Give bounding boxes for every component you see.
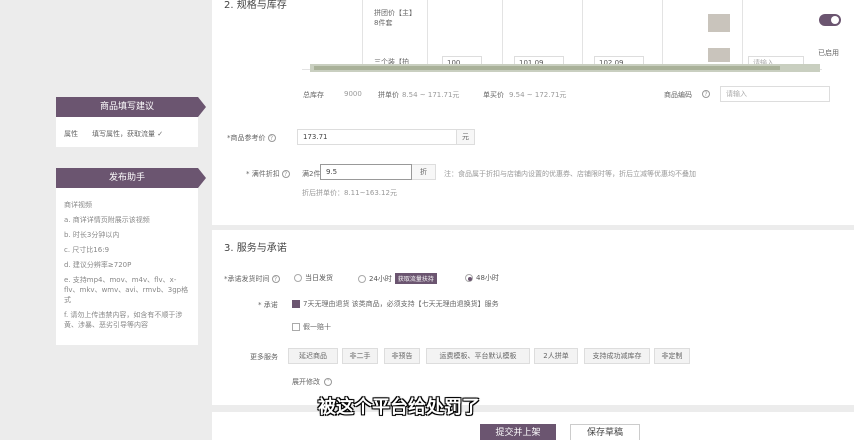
full-discount-input[interactable]: 9.5 <box>320 164 412 180</box>
assist-line: 商详视频 <box>64 201 92 209</box>
service-tag[interactable]: 运费模板、平台默认模板 <box>426 348 530 364</box>
help-icon[interactable]: ? <box>271 275 280 283</box>
sku-status-label: 已启用 <box>818 49 839 57</box>
service-tag[interactable]: 2人拼单 <box>534 348 578 364</box>
sku-row1-name: 拼团价【主】 8件套 <box>374 9 416 27</box>
service-tag[interactable]: 非定制 <box>654 348 690 364</box>
sku-enable-toggle[interactable] <box>819 14 841 26</box>
ship-option-24h[interactable]: 24小时 获取流量扶持 <box>358 273 437 284</box>
service-tag[interactable]: 延迟商品 <box>288 348 338 364</box>
assist-line: e. 支持mp4、mov、m4v、flv、x-flv、mkv、wmv、avi、r… <box>64 276 189 304</box>
assist-line: f. 请勿上传违禁内容，如含有不顺于涉黄、涉暴、恶劣引导等内容 <box>64 311 183 329</box>
product-code-label: 商品编码 <box>664 91 692 99</box>
promise-7day-return[interactable]: 7天无理由退货 该类商品，必须支持【七天无理由退换货】服务 <box>292 299 499 309</box>
discounted-price: 折后拼单价：8.11~163.12元 <box>302 189 397 197</box>
product-code-input[interactable]: 请输入 <box>720 86 830 102</box>
sku-table-scrollbar[interactable] <box>310 64 820 72</box>
total-stock-value: 9000 <box>344 90 362 98</box>
service-tag[interactable]: 支持成功减库存 <box>584 348 650 364</box>
checkbox-icon <box>292 323 300 331</box>
ship-option-same-day[interactable]: 当日发货 <box>294 273 333 283</box>
sku-row1-image[interactable] <box>708 14 730 32</box>
expand-edit-link[interactable]: 展开修改 ˅ <box>292 377 333 387</box>
sku-row2-image[interactable] <box>708 48 730 62</box>
full-discount-label: * 满件折扣? <box>246 169 290 179</box>
group-price-range: 8.54 ~ 171.71元 <box>402 91 460 99</box>
group-price-label: 拼单价 <box>378 91 399 99</box>
service-tag[interactable]: 非预告 <box>384 348 420 364</box>
ref-price-input[interactable]: 173.71 <box>297 129 457 145</box>
radio-selected-icon <box>465 274 473 282</box>
ship-option-48h[interactable]: 48小时 <box>465 273 499 283</box>
ref-price-unit: 元 <box>457 129 475 145</box>
save-draft-button[interactable]: 保存草稿 <box>570 424 640 440</box>
tip-attr-label: 属性 <box>64 130 78 138</box>
promise-label: * 承诺 <box>258 301 278 309</box>
sku-table: 拼团价【主】 8件套 三个装【拍 100 101.09 102.09 请输入 <box>302 0 822 70</box>
help-icon[interactable]: ? <box>702 90 710 98</box>
single-price-range: 9.54 ~ 172.71元 <box>509 91 567 99</box>
promise-fake-compensation[interactable]: 假一赔十 <box>292 322 331 332</box>
radio-icon <box>294 274 302 282</box>
help-icon[interactable]: ? <box>267 134 276 142</box>
specs-stock-card: 2. 规格与库存 拼团价【主】 8件套 三个装【拍 100 101.09 102… <box>212 0 854 225</box>
assist-line: c. 尺寸比16:9 <box>64 246 110 254</box>
checkbox-checked-icon <box>292 300 300 308</box>
radio-icon <box>358 274 366 283</box>
scrollbar-thumb[interactable] <box>314 66 780 70</box>
publish-assistant-panel: 发布助手 商详视频 a. 商详详情页附展示该视频 b. 时长3分钟以内 c. 尺… <box>56 168 206 345</box>
assistant-panel-title: 发布助手 <box>56 168 206 188</box>
single-price-label: 单买价 <box>483 91 504 99</box>
section-services-title: 3. 服务与承诺 <box>224 243 287 254</box>
listing-tips-panel: 商品填写建议 属性 填写属性，获取流量 ✓ <box>56 97 206 147</box>
ref-price-label: *商品参考价? <box>227 133 276 143</box>
chevron-down-icon: ˅ <box>324 378 333 386</box>
video-subtitle: 被这个平台给处罚了 <box>318 397 480 418</box>
total-stock-label: 总库存 <box>303 91 324 99</box>
assist-line: a. 商详详情页附展示该视频 <box>64 216 150 224</box>
tip-attr-status[interactable]: 填写属性，获取流量 ✓ <box>92 129 163 139</box>
tips-panel-title: 商品填写建议 <box>56 97 206 117</box>
section-specs-title: 2. 规格与库存 <box>224 0 287 11</box>
services-card: 3. 服务与承诺 *承诺发货时间? 当日发货 24小时 获取流量扶持 48小时 *… <box>212 230 854 405</box>
service-tag[interactable]: 非二手 <box>342 348 378 364</box>
submit-publish-button[interactable]: 提交并上架 <box>480 424 556 440</box>
traffic-support-badge: 获取流量扶持 <box>394 273 437 284</box>
full-discount-prefix: 满2件 <box>302 170 321 178</box>
assist-line: b. 时长3分钟以内 <box>64 231 120 239</box>
full-discount-note: 注：食品属于折扣与店铺内设置的优惠券、店铺限时等，折后立减等优惠均不叠加 <box>444 170 696 178</box>
help-icon[interactable]: ? <box>281 170 290 178</box>
ship-time-label: *承诺发货时间? <box>224 274 280 284</box>
more-services-label: 更多服务 <box>250 353 278 361</box>
full-discount-unit: 折 <box>412 164 436 180</box>
assist-line: d. 建议分辨率≥720P <box>64 261 132 269</box>
